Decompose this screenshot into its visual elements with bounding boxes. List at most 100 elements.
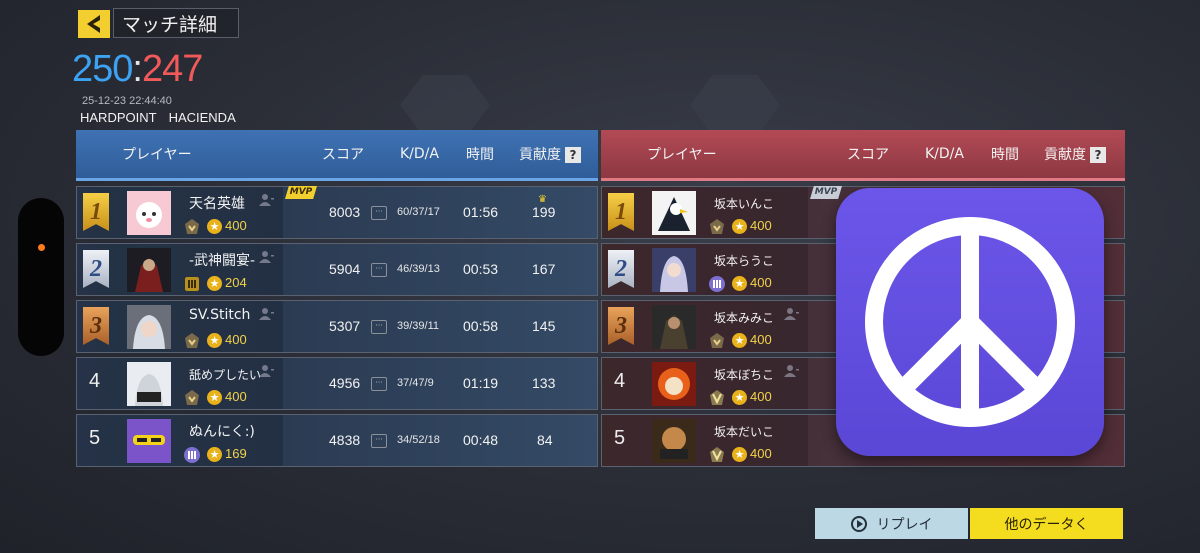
rank-number: 4 [89,370,101,392]
page-title: マッチ詳細 [113,8,239,38]
add-friend-icon[interactable] [259,193,275,207]
avatar[interactable] [127,305,171,349]
peace-sign-icon [865,217,1075,427]
player-level: 400 [225,332,247,347]
bg-hexagon [400,75,490,135]
rank-number: 5 [89,427,101,449]
star-icon: ★ [207,390,222,405]
star-icon: ★ [207,333,222,348]
col-contribution: 貢献度? [1044,144,1106,164]
player-level: 169 [225,446,247,461]
avatar[interactable] [127,248,171,292]
chat-icon[interactable]: ··· [371,434,387,448]
player-name: 坂本ぼちこ [714,368,775,382]
player-row[interactable]: 2 -武神闘宴- ★ 204 5904 ··· 46/39/13 00:53 1… [76,243,598,296]
bg-hexagon [690,75,780,135]
map-name: HACIENDA [168,110,236,125]
rank-emblem-icon [710,447,724,462]
game-mode: HARDPOINT [80,110,157,125]
player-row[interactable]: 5 ぬんにく:) ★ 169 4838 ··· 34/52/18 00:48 8… [76,414,598,467]
star-icon: ★ [732,276,747,291]
rank-emblem-icon [184,447,200,463]
notification-dot [38,244,45,251]
kda-value: 39/39/11 [397,320,440,332]
rank-emblem-icon [710,219,724,234]
col-player: プレイヤー [647,147,717,163]
back-arrow-icon [87,15,100,33]
player-row[interactable]: 4 舐めプしたい ★ 400 4956 ··· 37/47/9 01:19 13… [76,357,598,410]
add-friend-icon[interactable] [259,364,275,378]
side-handle[interactable] [18,198,64,356]
player-level: 400 [225,389,247,404]
contribution-value: 167 [532,261,556,277]
match-score: 250:247 [72,48,203,91]
match-datetime: 25-12-23 22:44:40 [82,95,172,107]
rank-emblem-icon [710,390,724,405]
star-icon: ★ [732,390,747,405]
avatar[interactable] [127,191,171,235]
player-level: 204 [225,275,247,290]
col-score: スコア [322,147,364,163]
avatar[interactable] [127,362,171,406]
score-value: 5904 [329,261,361,277]
peace-sign-overlay [836,188,1104,456]
play-icon [850,515,867,532]
contribution-value: 199 [532,204,556,220]
kda-value: 60/37/17 [397,206,440,218]
kda-value: 46/39/13 [397,263,440,275]
add-friend-icon[interactable] [784,307,800,321]
add-friend-icon[interactable] [784,364,800,378]
player-row[interactable]: 1 天名英雄 ★ 400 MVP 8003 ··· 60/37/17 01:56… [76,186,598,239]
player-cell [602,415,808,466]
replay-button[interactable]: リプレイ [815,508,968,539]
time-value: 01:19 [463,375,499,391]
other-data-button[interactable]: 他のデータく [970,508,1123,539]
kda-value: 37/47/9 [397,377,434,389]
player-name: 天名英雄 [189,196,245,212]
score-separator: : [132,48,143,90]
add-friend-icon[interactable] [259,307,275,321]
player-name: -武神闘宴- [189,253,256,269]
chat-icon[interactable]: ··· [371,377,387,391]
avatar[interactable] [652,419,696,463]
time-value: 00:58 [463,318,499,334]
star-icon: ★ [207,447,222,462]
score-value: 8003 [329,204,361,220]
rank-emblem-icon [185,219,199,234]
rank-emblem-icon [185,390,199,405]
player-row[interactable]: 3 SV.Stitch ★ 400 5307 ··· 39/39/11 00:5… [76,300,598,353]
player-name: ぬんにく:) [189,424,255,440]
col-contribution-label: 貢献度 [1044,147,1086,163]
avatar[interactable] [652,305,696,349]
rank-emblem-icon [185,277,199,291]
contribution-value: 133 [532,375,556,391]
avatar[interactable] [652,248,696,292]
col-time: 時間 [991,147,1019,163]
blue-score: 250 [72,48,133,90]
avatar[interactable] [652,362,696,406]
add-friend-icon[interactable] [259,250,275,264]
question-icon[interactable]: ? [565,147,581,163]
player-name: SV.Stitch [189,307,251,323]
player-level: 400 [750,446,772,461]
player-level: 400 [750,218,772,233]
player-name: 舐めプしたい [189,368,262,382]
star-icon: ★ [207,219,222,234]
player-name: 坂本いんこ [714,197,775,211]
star-icon: ★ [732,447,747,462]
avatar[interactable] [652,191,696,235]
replay-label: リプレイ [876,516,933,533]
kda-value: 34/52/18 [397,434,440,446]
rank-number: 5 [614,427,626,449]
avatar[interactable] [127,419,171,463]
rank-emblem-icon [185,333,199,348]
score-value: 5307 [329,318,361,334]
back-button[interactable] [78,10,110,38]
question-icon[interactable]: ? [1090,147,1106,163]
chat-icon[interactable]: ··· [371,320,387,334]
chat-icon[interactable]: ··· [371,206,387,220]
score-value: 4838 [329,432,361,448]
chat-icon[interactable]: ··· [371,263,387,277]
score-value: 4956 [329,375,361,391]
contribution-value: 145 [532,318,556,334]
